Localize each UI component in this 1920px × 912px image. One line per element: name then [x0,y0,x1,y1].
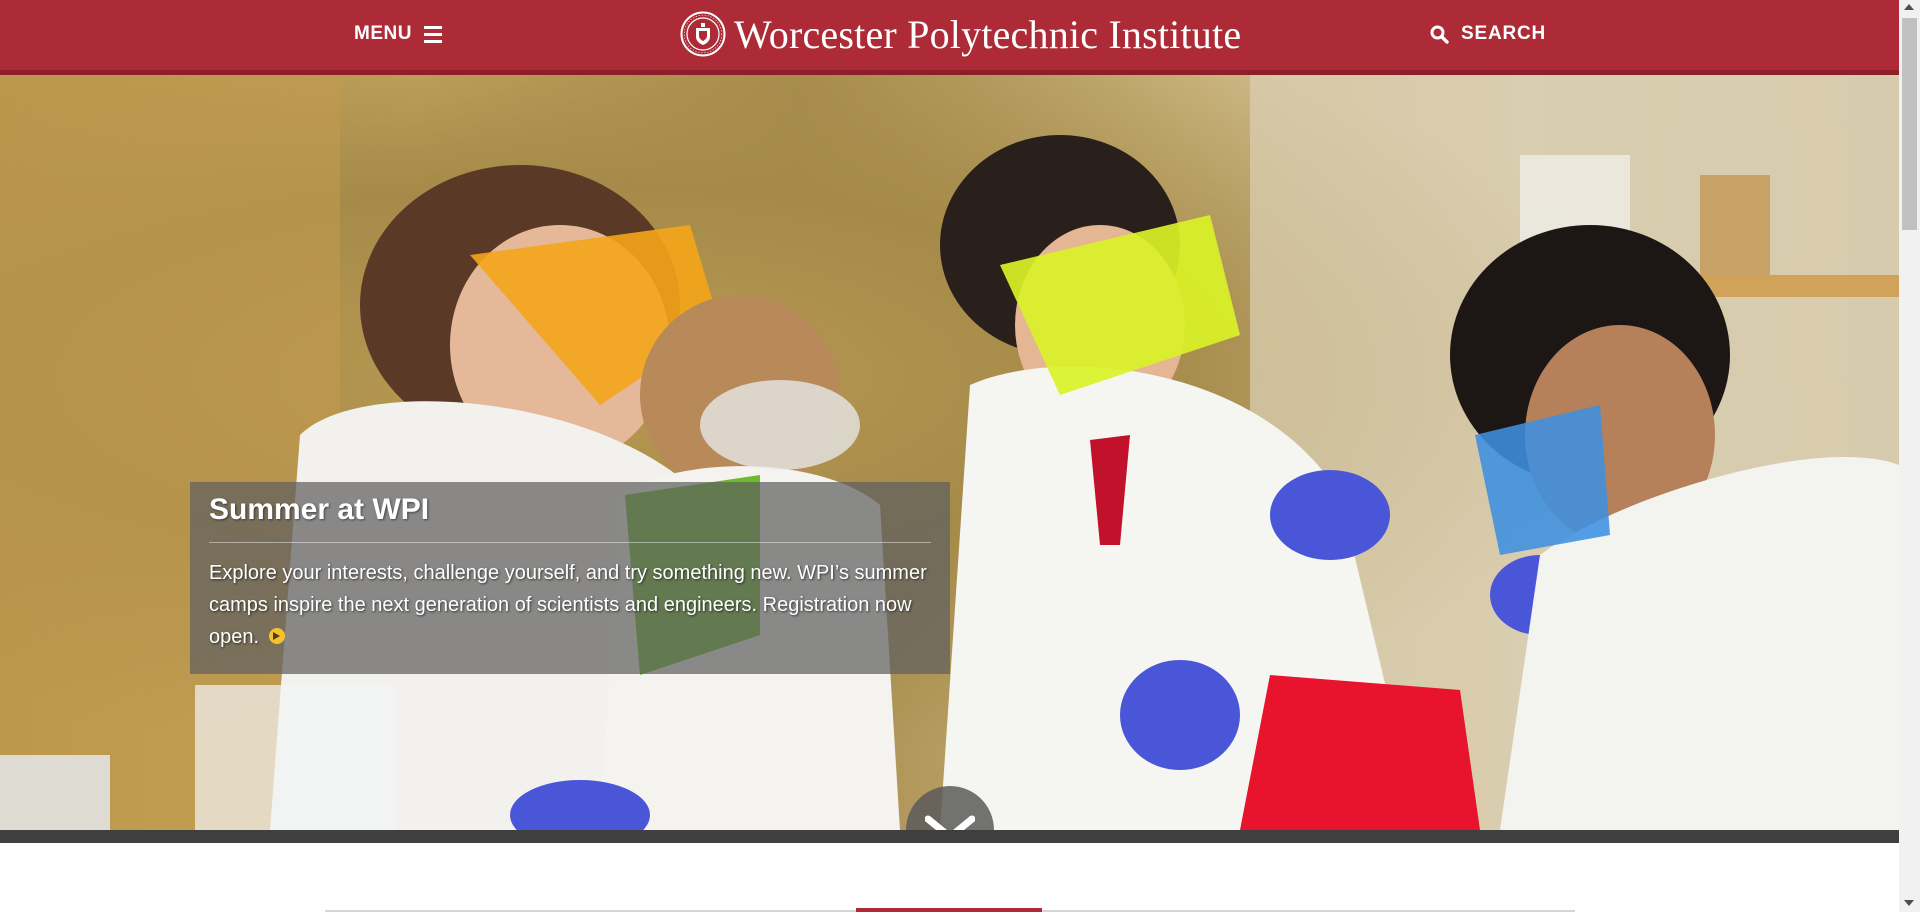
site-title: Worcester Polytechnic Institute [734,11,1242,57]
chevron-down-icon [924,813,976,830]
site-header: MENU Worcester Polytechnic Institute SEA… [0,0,1899,75]
menu-label: MENU [354,23,412,44]
scroll-down-arrow-icon[interactable] [1904,900,1914,906]
menu-button[interactable]: MENU [354,22,442,46]
hero-banner: Summer at WPI Explore your interests, ch… [0,75,1899,830]
hero-caption-text: Explore your interests, challenge yourse… [209,557,931,653]
search-button[interactable]: SEARCH [1430,22,1546,46]
scrollbar-thumb[interactable] [1902,18,1917,230]
search-label: SEARCH [1461,23,1547,44]
page-scrollbar[interactable] [1899,0,1920,912]
site-logo-link[interactable]: Worcester Polytechnic Institute [680,8,1241,60]
search-icon [1430,25,1449,44]
hero-caption-title: Summer at WPI [209,493,430,526]
tab-active-indicator[interactable] [856,908,1042,912]
seal-icon [680,11,726,57]
hamburger-icon [423,25,442,43]
hero-bottom-band [0,830,1899,843]
hero-caption-body: Explore your interests, challenge yourse… [209,562,927,648]
arrow-right-circle-icon[interactable] [268,627,285,644]
caption-divider [209,542,931,543]
hero-caption: Summer at WPI Explore your interests, ch… [190,482,950,674]
scroll-up-arrow-icon[interactable] [1904,4,1914,10]
hero-photo [0,75,1899,830]
